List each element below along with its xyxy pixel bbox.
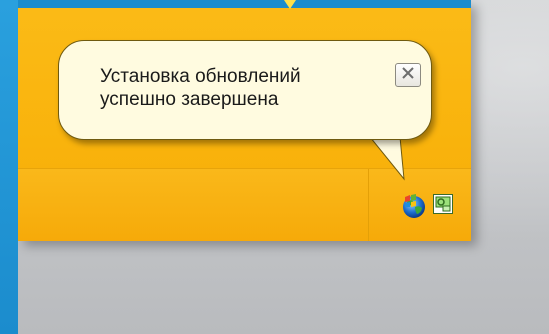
taskbar xyxy=(18,168,471,241)
message-line-1: Установка обновлений xyxy=(100,66,301,87)
close-button[interactable] xyxy=(395,63,421,87)
message-line-2: успешно завершена xyxy=(100,89,279,110)
windows-update-globe-icon[interactable] xyxy=(401,193,427,219)
update-notification-balloon: Установка обновлений успешно завершена xyxy=(58,40,432,140)
network-icon[interactable] xyxy=(433,194,453,214)
desktop: Установка обновлений успешно завершена xyxy=(18,0,549,334)
notification-area xyxy=(368,169,472,241)
notification-message: Установка обновлений успешно завершена xyxy=(100,65,380,111)
pointer-marker-icon xyxy=(284,0,296,9)
close-icon xyxy=(402,66,414,84)
top-strip xyxy=(18,0,471,8)
